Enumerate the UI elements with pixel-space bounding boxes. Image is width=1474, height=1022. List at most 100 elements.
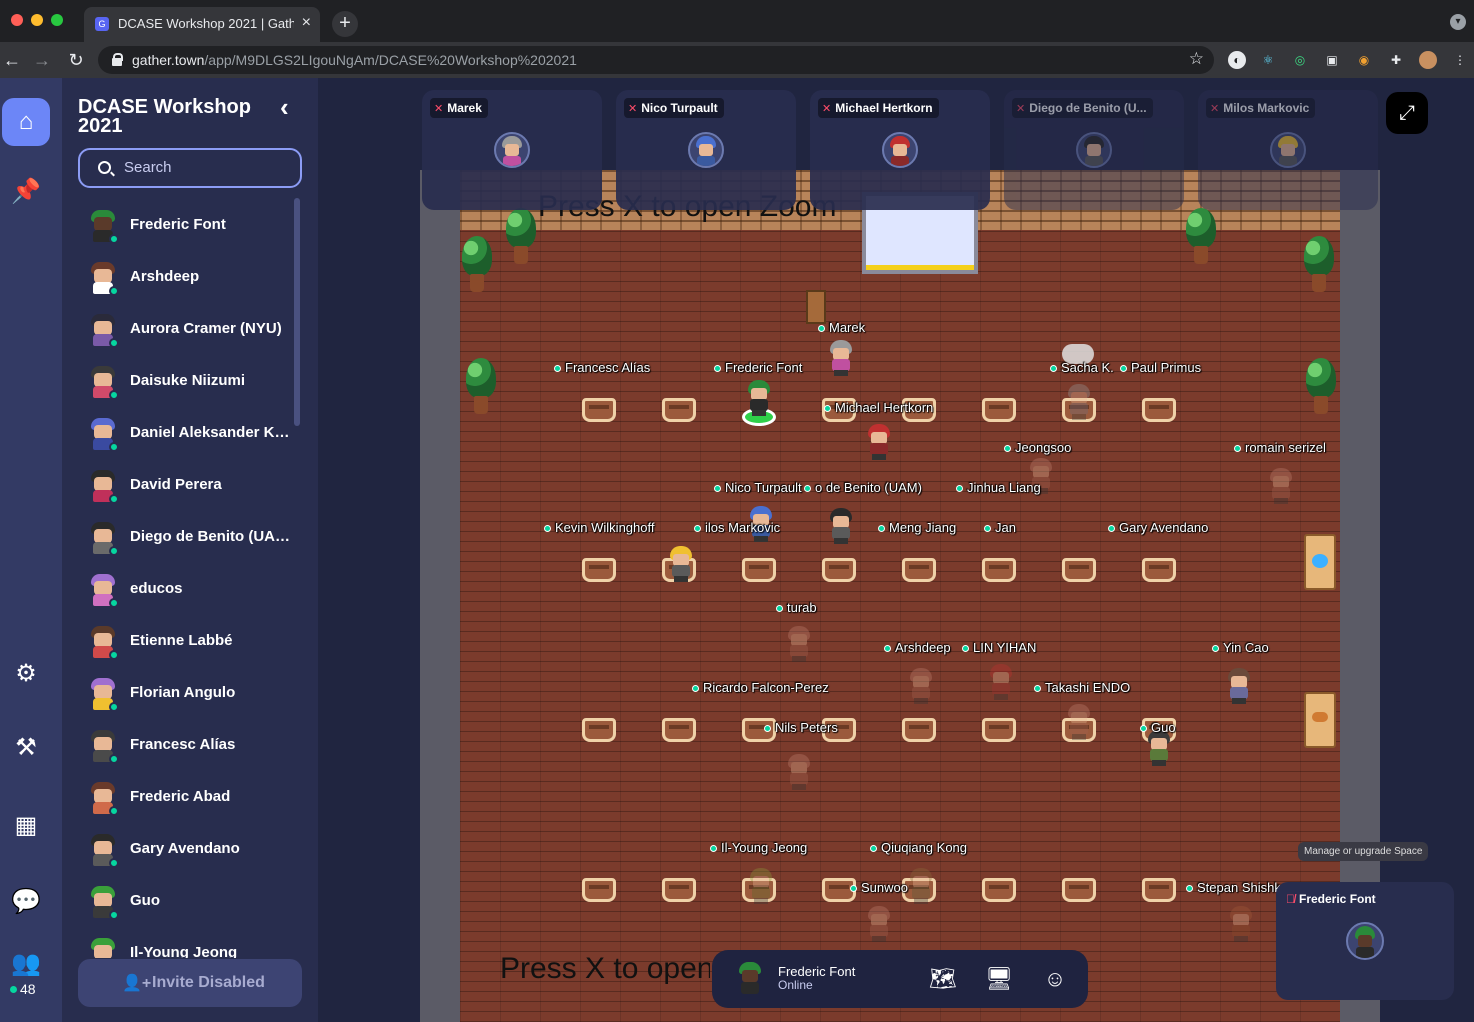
video-tile[interactable]: ✕ Diego de Benito (U... — [1004, 90, 1184, 210]
participant-row[interactable]: Francesc Alías — [62, 720, 302, 772]
pin-icon[interactable]: 📌 — [2, 168, 50, 216]
podium[interactable] — [806, 290, 826, 324]
player-name-label[interactable]: Michael Hertkorn — [824, 400, 933, 415]
address-url[interactable]: gather.town/app/M9DLGS2LIgouNgAm/DCASE%2… — [132, 52, 577, 68]
browser-tab-active[interactable]: G DCASE Workshop 2021 | Gather × — [84, 7, 320, 42]
player-name-label[interactable]: o de Benito (UAM) — [804, 480, 922, 495]
participant-row[interactable]: Arshdeep — [62, 252, 302, 304]
avatar-sprite[interactable] — [1066, 704, 1092, 740]
player-name-label[interactable]: Ricardo Falcon-Perez — [692, 680, 829, 695]
search-box[interactable] — [78, 148, 302, 188]
player-name-label[interactable]: LIN YIHAN — [962, 640, 1036, 655]
bookmark-star-icon[interactable]: ☆ — [1189, 49, 1204, 69]
avatar-sprite[interactable] — [908, 668, 934, 704]
participant-row[interactable]: Daniel Aleksander Kr... — [62, 408, 302, 460]
map-icon[interactable]: 🗺 — [926, 962, 960, 996]
participant-row[interactable]: educos — [62, 564, 302, 616]
player-name-label[interactable]: turab — [776, 600, 817, 615]
player-name-label[interactable]: Stepan Shishk — [1186, 880, 1281, 895]
player-name-label[interactable]: Jan — [984, 520, 1016, 535]
chat-icon[interactable]: 💬 — [2, 878, 50, 926]
player-name-label[interactable]: Marek — [818, 320, 865, 335]
extension-contrast-icon[interactable]: ◐ — [1228, 51, 1246, 69]
new-tab-button[interactable]: + — [332, 11, 358, 37]
avatar-sprite[interactable] — [786, 626, 812, 662]
participant-count[interactable]: 48 — [10, 981, 36, 997]
participant-row[interactable]: Florian Angulo — [62, 668, 302, 720]
extension-react-icon[interactable]: ⚛ — [1259, 51, 1277, 69]
participant-row[interactable]: Etienne Labbé — [62, 616, 302, 668]
extension-target-icon[interactable]: ◎ — [1291, 51, 1309, 69]
avatar-sprite[interactable] — [1066, 384, 1092, 420]
player-name-label[interactable]: romain serizel — [1234, 440, 1326, 455]
snack-counter[interactable] — [1304, 692, 1336, 748]
player-name-label[interactable]: Jeongsoo — [1004, 440, 1071, 455]
participants-icon[interactable]: 👥 — [2, 944, 50, 984]
search-input[interactable] — [124, 159, 294, 176]
player-name-label[interactable]: Qiuqiang Kong — [870, 840, 967, 855]
collapse-sidebar-chevron-icon[interactable]: ‹ — [280, 92, 289, 123]
close-window-button[interactable] — [11, 14, 23, 26]
drink-counter[interactable] — [1304, 534, 1336, 590]
maximize-window-button[interactable] — [51, 14, 63, 26]
tab-search-icon[interactable]: ▾ — [1450, 14, 1466, 30]
home-icon[interactable]: ⌂ — [2, 98, 50, 146]
back-arrow-icon[interactable]: ← — [0, 48, 24, 72]
extension-camera-icon[interactable]: ▣ — [1323, 51, 1341, 69]
avatar-sprite[interactable] — [908, 868, 934, 904]
calendar-icon[interactable]: ▦ — [2, 802, 50, 850]
video-tile[interactable]: ✕ Nico Turpault — [616, 90, 796, 210]
player-name-label[interactable]: Meng Jiang — [878, 520, 956, 535]
participant-row[interactable]: David Perera — [62, 460, 302, 512]
player-name-label[interactable]: Il-Young Jeong — [710, 840, 807, 855]
screen-share-icon[interactable]: 🖥 — [982, 962, 1016, 996]
player-name-label[interactable]: Nico Turpault — [714, 480, 802, 495]
avatar-sprite[interactable] — [828, 340, 854, 376]
player-name-label[interactable]: Sunwoo — [850, 880, 908, 895]
expand-videos-icon[interactable]: ⤢ — [1386, 92, 1428, 134]
player-name-label[interactable]: Paul Primus — [1120, 360, 1201, 375]
participant-row[interactable]: Il-Young Jeong — [62, 928, 302, 958]
avatar-sprite[interactable] — [786, 754, 812, 790]
address-bar[interactable]: gather.town/app/M9DLGS2LIgouNgAm/DCASE%2… — [98, 46, 1214, 74]
avatar-sprite[interactable] — [748, 868, 774, 904]
avatar-sprite[interactable] — [866, 424, 892, 460]
video-tile[interactable]: ✕ Milos Markovic — [1198, 90, 1378, 210]
participant-list-scrollbar[interactable] — [294, 198, 300, 426]
player-name-label[interactable]: ilos Markovic — [694, 520, 780, 535]
player-name-label[interactable]: Nils Peters — [764, 720, 838, 735]
video-tile[interactable]: ✕ Marek — [422, 90, 602, 210]
player-name-label[interactable]: Frederic Font — [714, 360, 802, 375]
participant-row[interactable]: Frederic Abad — [62, 772, 302, 824]
reload-icon[interactable]: ↻ — [64, 48, 88, 72]
player-name-label[interactable]: Francesc Alías — [554, 360, 650, 375]
emoji-icon[interactable]: ☺ — [1038, 962, 1072, 996]
avatar-sprite[interactable] — [746, 380, 772, 416]
participant-row[interactable]: Guo — [62, 876, 302, 928]
avatar-sprite[interactable] — [828, 508, 854, 544]
participant-row[interactable]: Aurora Cramer (NYU) — [62, 304, 302, 356]
player-name-label[interactable]: Guo — [1140, 720, 1176, 735]
extension-eyes-icon[interactable]: ◉ — [1355, 51, 1373, 69]
avatar-sprite[interactable] — [988, 664, 1014, 700]
avatar-sprite[interactable] — [1146, 730, 1172, 766]
hammer-icon[interactable]: ⚒ — [2, 724, 50, 772]
avatar-sprite[interactable] — [1268, 468, 1294, 504]
player-name-label[interactable]: Jinhua Liang — [956, 480, 1041, 495]
player-name-label[interactable]: Sacha K. — [1050, 360, 1114, 375]
player-name-label[interactable]: Takashi ENDO — [1034, 680, 1130, 695]
player-name-label[interactable]: Yin Cao — [1212, 640, 1269, 655]
avatar-sprite[interactable] — [1226, 668, 1252, 704]
player-name-label[interactable]: Kevin Wilkinghoff — [544, 520, 654, 535]
player-name-label[interactable]: Arshdeep — [884, 640, 951, 655]
invite-button[interactable]: 👤+ Invite Disabled — [78, 959, 302, 1007]
avatar-sprite[interactable] — [866, 906, 892, 942]
forward-arrow-icon[interactable]: → — [30, 48, 54, 72]
mic-muted-icon[interactable]: 🎙̸ — [1286, 892, 1295, 906]
player-name-label[interactable]: Gary Avendano — [1108, 520, 1208, 535]
participant-row[interactable]: Gary Avendano — [62, 824, 302, 876]
tab-close-button[interactable]: × — [302, 14, 311, 32]
profile-avatar-icon[interactable] — [1419, 51, 1437, 69]
avatar-sprite[interactable] — [668, 546, 694, 582]
extensions-puzzle-icon[interactable]: ✚ — [1387, 51, 1405, 69]
